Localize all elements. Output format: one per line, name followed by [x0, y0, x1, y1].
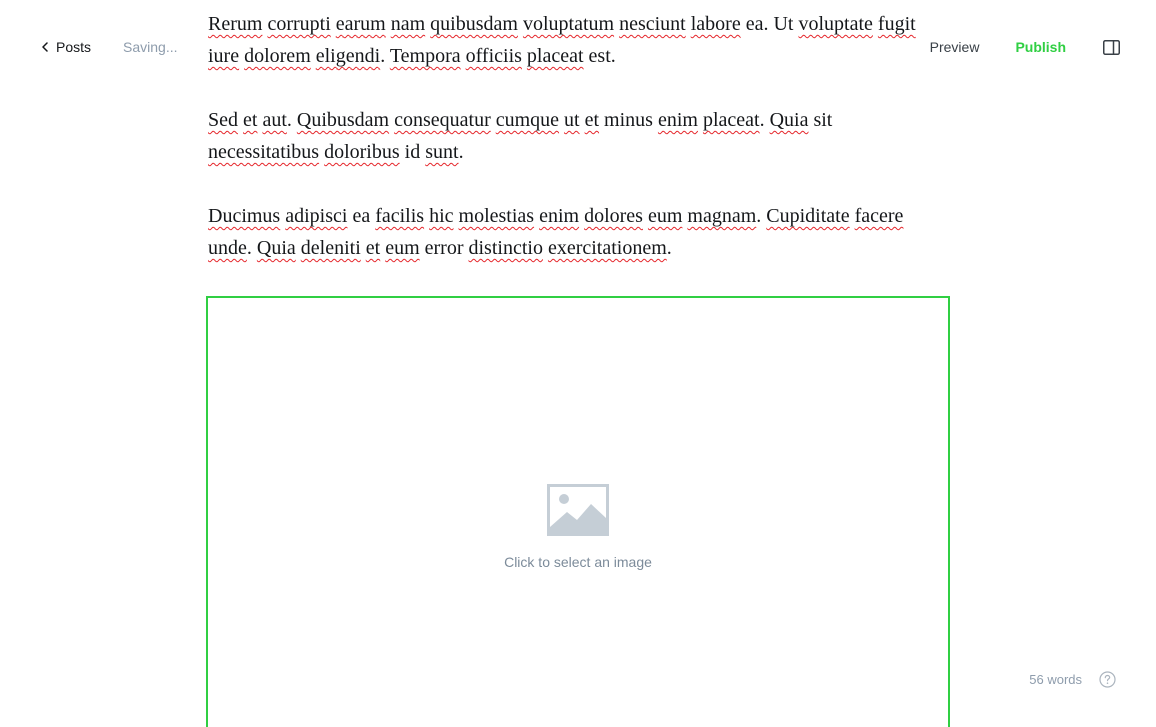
publish-button[interactable]: Publish: [1015, 39, 1066, 55]
text-run: .: [380, 45, 390, 67]
select-image-hint: Click to select an image: [504, 554, 652, 570]
post-editor-body[interactable]: Rerum corrupti earum nam quibusdam volup…: [208, 8, 950, 296]
text-run: id: [399, 141, 426, 163]
help-button[interactable]: [1098, 670, 1116, 688]
paragraph-line: iure dolorem eligendi. Tempora officiis …: [208, 40, 950, 72]
misspelled-word: Quibusdam: [296, 109, 390, 131]
misspelled-word: Ducimus: [208, 205, 281, 227]
misspelled-word: quibusdam: [430, 13, 518, 35]
misspelled-word: placeat: [702, 109, 760, 131]
editor-footer: 56 words: [1029, 670, 1116, 688]
misspelled-word: dolorem: [244, 45, 311, 67]
misspelled-word: eum: [647, 205, 683, 227]
back-to-posts-link[interactable]: Posts: [42, 39, 91, 55]
misspelled-word: molestias: [458, 205, 535, 227]
misspelled-word: voluptatum: [522, 13, 615, 35]
misspelled-word: enim: [539, 205, 580, 227]
back-link-label: Posts: [56, 39, 92, 55]
image-card[interactable]: Click to select an image: [206, 296, 950, 727]
misspelled-word: necessitatibus: [208, 141, 320, 163]
misspelled-word: fugit: [877, 13, 916, 35]
editor-paragraph[interactable]: Rerum corrupti earum nam quibusdam volup…: [208, 8, 950, 72]
misspelled-word: labore: [690, 13, 741, 35]
misspelled-word: placeat: [526, 45, 584, 67]
misspelled-word: Tempora: [389, 45, 461, 67]
misspelled-word: exercitationem: [547, 237, 667, 259]
text-run: sit: [808, 109, 833, 131]
text-run: ea. Ut: [740, 13, 799, 35]
misspelled-word: et: [243, 109, 258, 131]
misspelled-word: distinctio: [468, 237, 543, 259]
topbar-left: Posts Saving...: [42, 36, 178, 58]
misspelled-word: eum: [385, 237, 420, 259]
misspelled-word: Sed: [208, 109, 238, 131]
text-run: error: [419, 237, 469, 259]
misspelled-word: corrupti: [267, 13, 331, 35]
misspelled-word: Quia: [256, 237, 296, 259]
misspelled-word: Quia: [769, 109, 809, 131]
misspelled-word: enim: [657, 109, 698, 131]
text-run: ea: [347, 205, 376, 227]
help-circle-icon: [1098, 670, 1116, 688]
paragraph-line: unde. Quia deleniti et eum error distinc…: [208, 232, 950, 264]
misspelled-word: eligendi: [315, 45, 381, 67]
misspelled-word: nesciunt: [619, 13, 686, 35]
settings-panel-toggle[interactable]: [1102, 38, 1120, 56]
misspelled-word: officiis: [465, 45, 522, 67]
paragraph-line: Sed et aut. Quibusdam consequatur cumque…: [208, 104, 950, 136]
misspelled-word: Rerum: [208, 13, 263, 35]
misspelled-word: magnam: [687, 205, 757, 227]
misspelled-word: voluptate: [798, 13, 873, 35]
misspelled-word: sunt: [425, 141, 459, 163]
misspelled-word: adipisci: [285, 205, 348, 227]
misspelled-word: consequatur: [394, 109, 491, 131]
misspelled-word: facilis: [375, 205, 425, 227]
misspelled-word: hic: [429, 205, 454, 227]
misspelled-word: et: [584, 109, 600, 131]
misspelled-word: et: [365, 237, 381, 259]
misspelled-word: earum: [335, 13, 386, 35]
misspelled-word: aut: [262, 109, 287, 131]
text-run: est.: [583, 45, 616, 67]
misspelled-word: doloribus: [324, 141, 400, 163]
text-run: .: [286, 109, 297, 131]
word-count: 56 words: [1029, 671, 1082, 687]
text-run: .: [246, 237, 257, 259]
misspelled-word: deleniti: [300, 237, 361, 259]
paragraph-line: Ducimus adipisci ea facilis hic molestia…: [208, 200, 950, 232]
editor-paragraph[interactable]: Ducimus adipisci ea facilis hic molestia…: [208, 200, 950, 264]
text-run: minus: [599, 109, 658, 131]
misspelled-word: Cupiditate: [766, 205, 850, 227]
text-run: .: [666, 237, 672, 259]
image-placeholder-icon: [547, 484, 609, 536]
paragraph-line: necessitatibus doloribus id sunt.: [208, 136, 950, 168]
image-placeholder[interactable]: Click to select an image: [208, 484, 948, 570]
topbar-right: Preview Publish: [930, 36, 1120, 58]
text-run: .: [759, 109, 770, 131]
misspelled-word: nam: [390, 13, 426, 35]
misspelled-word: dolores: [584, 205, 643, 227]
misspelled-word: ut: [564, 109, 580, 131]
editor-paragraph[interactable]: Sed et aut. Quibusdam consequatur cumque…: [208, 104, 950, 168]
misspelled-word: cumque: [495, 109, 560, 131]
paragraph-line: Rerum corrupti earum nam quibusdam volup…: [208, 8, 950, 40]
save-status: Saving...: [123, 39, 178, 55]
misspelled-word: unde: [208, 237, 247, 259]
misspelled-word: iure: [208, 45, 240, 67]
text-run: .: [756, 205, 767, 227]
text-run: .: [458, 141, 464, 163]
misspelled-word: facere: [854, 205, 904, 227]
sidebar-toggle-icon: [1102, 39, 1120, 55]
chevron-left-icon: [42, 42, 48, 52]
